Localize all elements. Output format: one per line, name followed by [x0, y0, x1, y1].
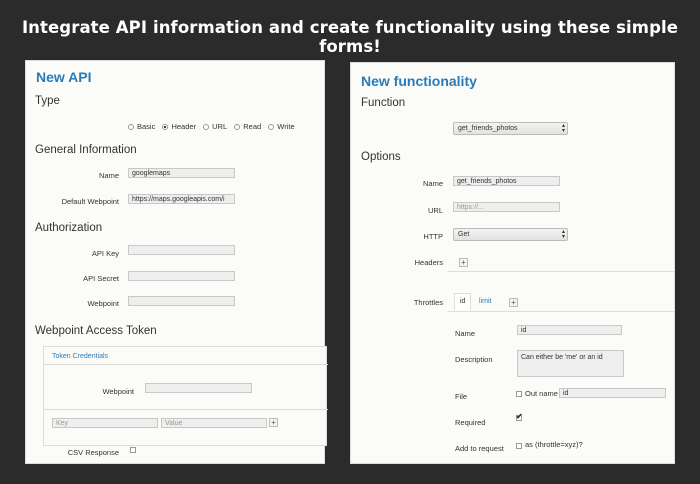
http-label: HTTP	[423, 232, 443, 241]
name-label: Name	[422, 179, 443, 188]
throttle-name-label: Name	[455, 329, 476, 338]
checkmark-icon: ✔	[516, 412, 523, 421]
api-secret-input[interactable]	[128, 271, 235, 281]
api-key-input[interactable]	[128, 245, 235, 255]
general-section-heading: General Information	[35, 144, 137, 156]
auth-webpoint-input[interactable]	[128, 296, 235, 306]
required-label: Required	[455, 418, 486, 427]
add-credential-button[interactable]: +	[269, 418, 278, 427]
file-checkbox[interactable]	[516, 391, 522, 397]
http-method-select[interactable]: Get ▴ ▾	[453, 228, 568, 241]
banner-headline: Integrate API information and create fun…	[21, 18, 679, 56]
panel-title: New functionality	[361, 73, 477, 89]
divider	[448, 271, 674, 272]
type-radio-group: Basic Header URL Read Write	[128, 122, 300, 131]
throttles-label: Throttles	[413, 298, 443, 307]
function-section-heading: Function	[361, 97, 406, 109]
key-input[interactable]: Key	[52, 418, 158, 428]
divider	[44, 409, 328, 410]
headers-label: Headers	[414, 258, 443, 267]
csv-response-label: CSV Response	[67, 448, 119, 457]
panel-title: New API	[36, 69, 92, 85]
token-webpoint-input[interactable]	[145, 383, 252, 393]
new-api-panel: New API Type Basic Header URL Read Write…	[25, 60, 328, 464]
required-checkbox[interactable]: ✔	[516, 412, 523, 421]
tab-limit[interactable]: limit	[474, 294, 496, 312]
function-name-input[interactable]: get_friends_photos	[453, 176, 560, 186]
select-arrows-icon: ▴ ▾	[561, 123, 565, 134]
select-arrows-icon: ▴ ▾	[561, 229, 565, 240]
default-webpoint-label: Default Webpoint	[61, 197, 119, 206]
token-section-heading: Webpoint Access Token	[35, 325, 157, 337]
url-label: URL	[427, 206, 443, 215]
add-to-request-checkbox[interactable]	[516, 443, 522, 449]
api-name-input[interactable]: googlemaps	[128, 168, 235, 178]
token-credentials-box: Token Credentials Webpoint Key Value +	[43, 346, 328, 446]
radio-basic[interactable]: Basic	[128, 122, 155, 131]
radio-write[interactable]: Write	[268, 122, 295, 131]
api-key-label: API Key	[91, 249, 119, 258]
function-select[interactable]: get_friends_photos ▴ ▾	[453, 122, 568, 135]
name-label: Name	[98, 171, 119, 180]
out-name-label: Out name	[525, 389, 558, 398]
radio-url[interactable]: URL	[203, 122, 227, 131]
value-input[interactable]: Value	[161, 418, 267, 428]
authorization-section-heading: Authorization	[35, 222, 103, 234]
add-to-request-text: as (throttle=xyz)?	[525, 440, 583, 449]
url-input[interactable]: https://...	[453, 202, 560, 212]
token-credentials-tab[interactable]: Token Credentials	[52, 353, 108, 360]
description-label: Description	[455, 355, 493, 364]
radio-header[interactable]: Header	[162, 122, 196, 131]
new-functionality-panel: New functionality Function get_friends_p…	[350, 62, 675, 464]
radio-read[interactable]: Read	[234, 122, 261, 131]
add-header-button[interactable]: +	[459, 258, 468, 267]
tab-id[interactable]: id	[454, 293, 472, 311]
throttle-name-input[interactable]: id	[517, 325, 622, 335]
add-to-request-label: Add to request	[455, 444, 504, 453]
csv-response-checkbox[interactable]	[130, 447, 136, 453]
file-label: File	[455, 392, 468, 401]
description-textarea[interactable]: Can either be 'me' or an id	[517, 350, 624, 377]
out-name-input[interactable]: id	[559, 388, 666, 398]
token-webpoint-label: Webpoint	[102, 387, 134, 396]
default-webpoint-input[interactable]: https://maps.googleapis.com/i	[128, 194, 235, 204]
add-throttle-button[interactable]: +	[509, 298, 518, 307]
type-section-heading: Type	[35, 95, 60, 107]
options-section-heading: Options	[361, 151, 401, 163]
auth-webpoint-label: Webpoint	[87, 299, 119, 308]
api-secret-label: API Secret	[83, 274, 119, 283]
